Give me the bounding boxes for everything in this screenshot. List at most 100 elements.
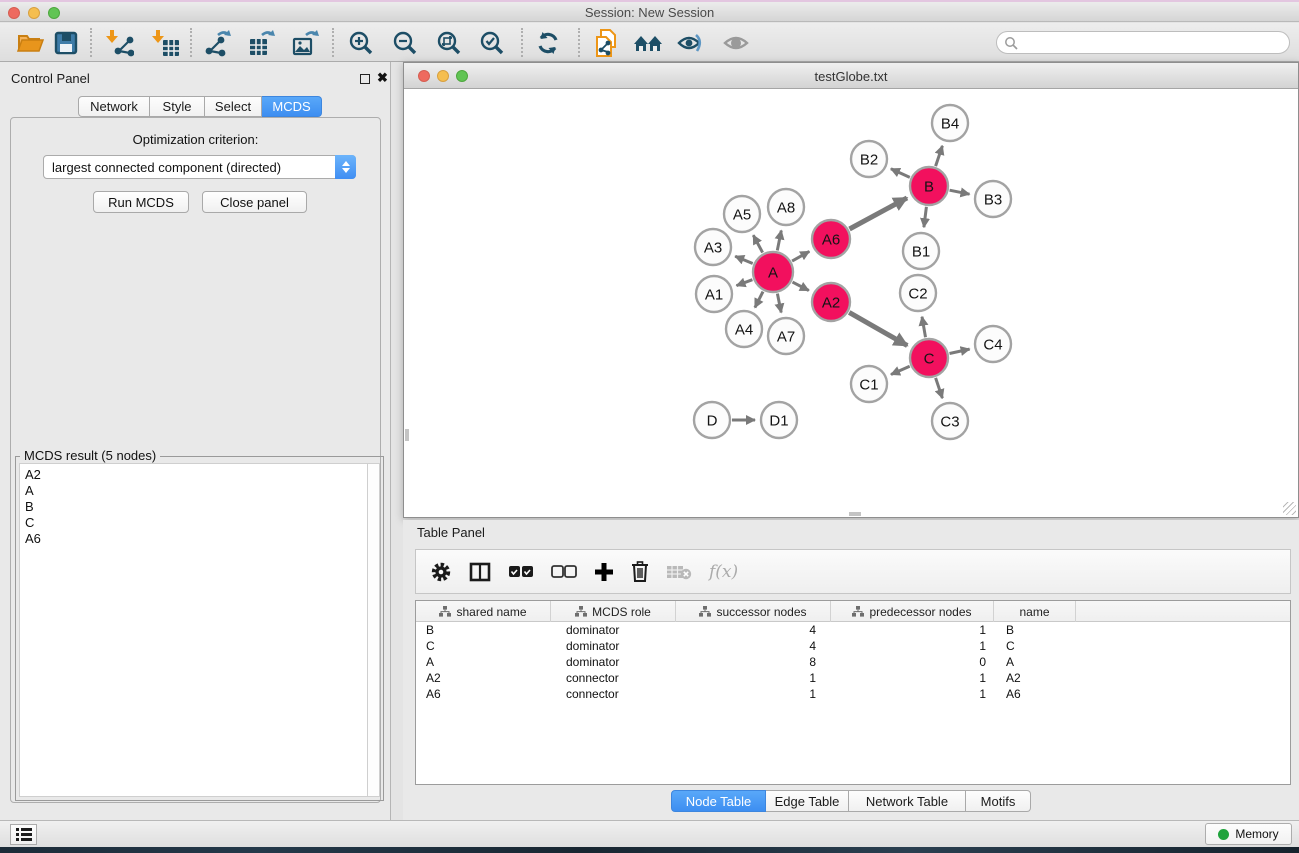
mcds-result-item[interactable]: C <box>25 515 367 531</box>
table-cell-name[interactable]: B <box>994 622 1076 638</box>
refresh-layout-button[interactable] <box>531 27 565 58</box>
window-resize-grip[interactable] <box>1283 502 1296 515</box>
tab-mcds[interactable]: MCDS <box>262 96 322 117</box>
table-cell-predecessor_nodes[interactable]: 1 <box>831 622 994 638</box>
graph-edge-A-A6[interactable] <box>792 251 809 261</box>
mcds-result-scrollbar[interactable] <box>367 463 380 797</box>
network-vertical-scroll-thumb[interactable] <box>405 429 409 441</box>
import-table-button[interactable] <box>149 27 183 58</box>
save-session-button[interactable] <box>49 27 83 58</box>
graph-edge-A6-B[interactable] <box>850 198 908 229</box>
table-cell-shared_name[interactable]: A <box>416 654 551 670</box>
run-mcds-button[interactable]: Run MCDS <box>93 191 189 213</box>
graph-edge-C-C1[interactable] <box>891 366 910 374</box>
table-cell-name[interactable]: A6 <box>994 686 1076 702</box>
table-cell-mcds_role[interactable]: dominator <box>551 638 676 654</box>
table-cell-successor_nodes[interactable]: 4 <box>676 638 831 654</box>
table-cell-successor_nodes[interactable]: 1 <box>676 670 831 686</box>
tab-edge-table[interactable]: Edge Table <box>766 790 849 812</box>
table-cell-shared_name[interactable]: B <box>416 622 551 638</box>
memory-button[interactable]: Memory <box>1205 823 1292 845</box>
graph-edge-A-A3[interactable] <box>735 256 753 263</box>
clone-network-button[interactable] <box>590 27 624 58</box>
column-header-successor-nodes[interactable]: successor nodes <box>676 601 831 622</box>
graph-edge-C-C2[interactable] <box>922 317 926 338</box>
table-cell-mcds_role[interactable]: dominator <box>551 622 676 638</box>
tab-node-table[interactable]: Node Table <box>671 790 766 812</box>
graph-edge-A2-C[interactable] <box>849 312 907 345</box>
table-row[interactable]: Adominator80A <box>416 654 1290 670</box>
table-cell-predecessor_nodes[interactable]: 1 <box>831 638 994 654</box>
add-column-button[interactable] <box>594 562 614 582</box>
column-header-predecessor-nodes[interactable]: predecessor nodes <box>831 601 994 622</box>
export-table-button[interactable] <box>245 27 279 58</box>
float-panel-icon[interactable] <box>360 74 370 84</box>
zoom-selected-button[interactable] <box>475 27 509 58</box>
column-header-shared-name[interactable]: shared name <box>416 601 551 622</box>
mcds-result-list[interactable]: A2ABCA6 <box>19 463 367 797</box>
open-session-button[interactable] <box>13 27 47 58</box>
table-row[interactable]: A2connector11A2 <box>416 670 1290 686</box>
zoom-out-button[interactable] <box>388 27 422 58</box>
table-cell-successor_nodes[interactable]: 1 <box>676 686 831 702</box>
graph-edge-B-B4[interactable] <box>936 146 943 166</box>
table-cell-name[interactable]: C <box>994 638 1076 654</box>
mcds-result-item[interactable]: B <box>25 499 367 515</box>
network-horizontal-scroll-thumb[interactable] <box>849 512 861 516</box>
graph-edge-B-B1[interactable] <box>924 207 927 227</box>
graph-edge-A-A8[interactable] <box>777 231 781 251</box>
table-row[interactable]: A6connector11A6 <box>416 686 1290 702</box>
select-all-button[interactable] <box>508 565 534 578</box>
mcds-result-item[interactable]: A <box>25 483 367 499</box>
network-canvas[interactable]: AA1A2A3A4A5A6A7A8BB1B2B3B4CC1C2C3C4DD1 <box>405 90 1297 516</box>
criterion-select[interactable]: largest connected component (directed) <box>43 155 356 179</box>
network-window-title-bar[interactable]: testGlobe.txt <box>404 63 1298 89</box>
graph-edge-C-C3[interactable] <box>936 378 943 398</box>
function-builder-button[interactable]: f(x) <box>709 562 738 582</box>
graph-edge-B-B3[interactable] <box>950 190 970 194</box>
graph-edge-A-A5[interactable] <box>753 235 762 252</box>
graph-edge-C-C4[interactable] <box>950 349 970 353</box>
tab-network[interactable]: Network <box>78 96 150 117</box>
tab-style[interactable]: Style <box>150 96 205 117</box>
mcds-result-item[interactable]: A2 <box>25 467 367 483</box>
table-cell-predecessor_nodes[interactable]: 0 <box>831 654 994 670</box>
table-cell-successor_nodes[interactable]: 4 <box>676 622 831 638</box>
graph-edge-A-A2[interactable] <box>793 282 809 290</box>
show-columns-button[interactable] <box>469 562 491 582</box>
zoom-fit-button[interactable] <box>432 27 466 58</box>
tab-network-table[interactable]: Network Table <box>849 790 966 812</box>
graph-edge-A-A4[interactable] <box>755 292 763 308</box>
table-cell-name[interactable]: A <box>994 654 1076 670</box>
delete-table-button[interactable] <box>666 564 692 580</box>
column-header-mcds-role[interactable]: MCDS role <box>551 601 676 622</box>
table-cell-mcds_role[interactable]: connector <box>551 670 676 686</box>
table-cell-mcds_role[interactable]: dominator <box>551 654 676 670</box>
mcds-result-item[interactable]: A6 <box>25 531 367 547</box>
export-network-button[interactable] <box>201 27 235 58</box>
tab-select[interactable]: Select <box>205 96 262 117</box>
graph-edge-A-A1[interactable] <box>737 280 753 286</box>
zoom-in-button[interactable] <box>344 27 378 58</box>
delete-column-button[interactable] <box>631 561 649 582</box>
table-cell-predecessor_nodes[interactable]: 1 <box>831 670 994 686</box>
settings-gear-button[interactable] <box>430 561 452 583</box>
import-network-button[interactable] <box>103 27 137 58</box>
task-history-button[interactable] <box>10 824 37 845</box>
tab-motifs[interactable]: Motifs <box>966 790 1031 812</box>
close-panel-button[interactable]: Close panel <box>202 191 307 213</box>
table-cell-mcds_role[interactable]: connector <box>551 686 676 702</box>
table-cell-predecessor_nodes[interactable]: 1 <box>831 686 994 702</box>
table-row[interactable]: Bdominator41B <box>416 622 1290 638</box>
deselect-all-button[interactable] <box>551 565 577 578</box>
close-panel-icon[interactable]: ✖ <box>377 70 388 86</box>
table-cell-successor_nodes[interactable]: 8 <box>676 654 831 670</box>
table-cell-shared_name[interactable]: A2 <box>416 670 551 686</box>
table-cell-shared_name[interactable]: A6 <box>416 686 551 702</box>
search-input[interactable] <box>996 31 1290 54</box>
table-row[interactable]: Cdominator41C <box>416 638 1290 654</box>
table-cell-shared_name[interactable]: C <box>416 638 551 654</box>
column-header-name[interactable]: name <box>994 601 1076 622</box>
graph-edge-B-B2[interactable] <box>891 169 910 178</box>
graph-edge-A-A7[interactable] <box>777 294 781 313</box>
